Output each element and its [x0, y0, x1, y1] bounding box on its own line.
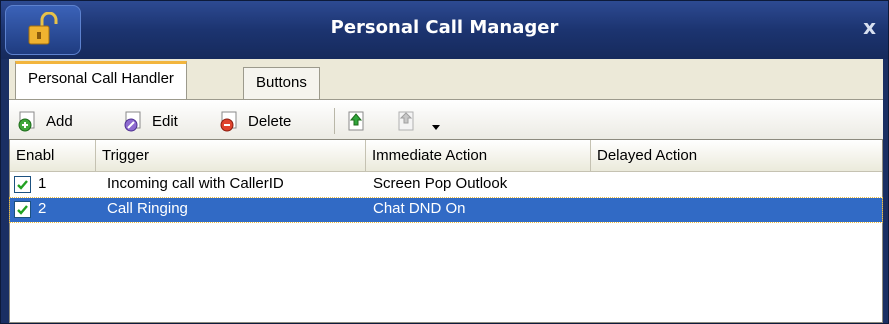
delete-label: Delete — [248, 112, 292, 130]
move-up-button[interactable] — [345, 108, 374, 134]
column-header-delayed-action[interactable]: Delayed Action — [591, 140, 882, 172]
move-down-icon — [398, 111, 414, 131]
personal-call-manager-window: Personal Call Manager x Personal Call Ha… — [0, 0, 889, 324]
row-number: 1 — [38, 175, 47, 192]
content-area: Personal Call Handler Buttons Add Edit D… — [9, 59, 883, 323]
enabled-checkbox[interactable] — [14, 176, 31, 193]
checkmark-icon — [17, 205, 28, 215]
row-trigger: Call Ringing — [107, 200, 188, 217]
delete-button[interactable]: Delete — [219, 108, 291, 134]
call-handler-list[interactable]: Enabl Trigger Immediate Action Delayed A… — [9, 139, 883, 323]
toolbar-dropdown[interactable] — [431, 114, 448, 140]
column-header-immediate-action[interactable]: Immediate Action — [366, 140, 591, 172]
close-button[interactable]: x — [863, 15, 876, 39]
row-number: 2 — [38, 200, 47, 217]
add-icon — [18, 111, 35, 132]
column-header-enabled[interactable]: Enabl — [10, 140, 96, 172]
title-bar: Personal Call Manager x — [1, 1, 888, 59]
move-down-button[interactable] — [395, 108, 424, 134]
enabled-checkbox[interactable] — [14, 201, 31, 218]
row-trigger: Incoming call with CallerID — [107, 175, 284, 192]
edit-icon — [124, 111, 141, 132]
dropdown-arrow-icon — [432, 125, 440, 130]
delete-icon — [220, 111, 237, 132]
column-headers: Enabl Trigger Immediate Action Delayed A… — [10, 140, 882, 172]
tab-personal-call-handler[interactable]: Personal Call Handler — [15, 61, 187, 99]
tab-buttons[interactable]: Buttons — [243, 67, 320, 99]
row-immediate-action: Screen Pop Outlook — [373, 175, 508, 192]
window-title: Personal Call Manager — [330, 17, 559, 38]
toolbar-separator — [334, 108, 335, 134]
checkmark-icon — [17, 180, 28, 190]
add-button[interactable]: Add — [17, 108, 73, 134]
edit-label: Edit — [152, 112, 178, 130]
row-immediate-action: Chat DND On — [373, 200, 466, 217]
add-label: Add — [46, 112, 73, 130]
column-header-trigger[interactable]: Trigger — [96, 140, 366, 172]
tab-strip: Personal Call Handler Buttons — [9, 59, 883, 99]
move-up-icon — [348, 111, 364, 131]
toolbar: Add Edit Delete — [9, 99, 883, 139]
table-row[interactable]: 2 Call Ringing Chat DND On — [9, 197, 883, 223]
edit-button[interactable]: Edit — [123, 108, 178, 134]
table-row[interactable]: 1 Incoming call with CallerID Screen Pop… — [10, 173, 882, 197]
